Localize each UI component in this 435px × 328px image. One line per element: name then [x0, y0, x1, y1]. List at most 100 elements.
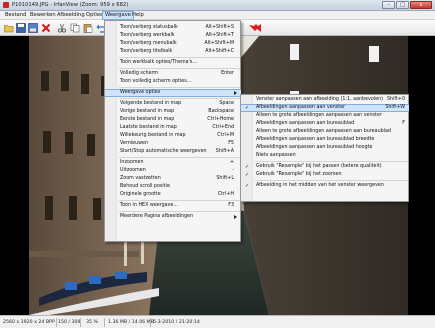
- weergave-opties-item[interactable]: Alleen te grote afbeeldingen aanpassen a…: [241, 128, 409, 136]
- status-separator: [150, 318, 151, 327]
- menu-item-label: Volgende bestand in map: [120, 101, 182, 106]
- weergave-opties-item[interactable]: Alleen te grote afbeeldingen aanpassen a…: [241, 112, 409, 120]
- weergave-opties-item[interactable]: Afbeeldingen aanpassen aan bureaublad br…: [241, 136, 409, 144]
- save-icon[interactable]: [16, 23, 26, 33]
- weergave-menu-item[interactable]: Inzoomen +: [105, 159, 241, 167]
- menu-separator: [119, 157, 240, 158]
- menu-item-label: Laatste bestand in map: [120, 125, 177, 130]
- weergave-menu-item[interactable]: Start/Stop automatische weergeven Shift+A: [105, 148, 241, 156]
- menu-item-label: Weergave opties: [120, 90, 161, 95]
- submenu-item-label: Venster aanpassen aan afbeelding (1:1, a…: [256, 97, 384, 102]
- menu-item-label: Toon/verberg statusbalk: [120, 25, 178, 30]
- weergave-menu-item[interactable]: Volledig scherm Enter: [105, 70, 241, 78]
- weergave-opties-item[interactable]: ✓ Gebruik "Resample" bij het zoomen: [241, 171, 409, 179]
- menu-separator: [119, 200, 240, 201]
- status-zoom: 35 %: [86, 320, 98, 325]
- weergave-menu-item[interactable]: Zoom vastzetten Shift+L: [105, 175, 241, 183]
- submenu-item-label: Afbeeldingen aanpassen aan bureaublad: [256, 121, 355, 126]
- menu-item-label: Toon/verberg werkbalk: [120, 33, 175, 38]
- menu-item-label: Uitzoomen: [120, 168, 146, 173]
- menu-help[interactable]: Help: [130, 11, 146, 20]
- irfanview-app-icon: [3, 2, 9, 8]
- menu-item-shortcut: Shift+L: [216, 176, 234, 181]
- copy-icon[interactable]: [70, 23, 80, 33]
- maximize-button[interactable]: □: [396, 1, 409, 9]
- menu-item-shortcut: Alt+Shift+S: [205, 25, 234, 30]
- weergave-menu-item[interactable]: Meerdere Pagina afbeeldingen: [105, 213, 241, 221]
- menu-item-label: Toon werkbalk opties/Thema's...: [120, 60, 197, 65]
- weergave-opties-submenu: Venster aanpassen aan afbeelding (1:1, a…: [240, 94, 409, 202]
- cut-icon[interactable]: [57, 23, 67, 33]
- weergave-menu-item[interactable]: Vernieuwen F5: [105, 140, 241, 148]
- weergave-menu-item[interactable]: Willekeurig bestand in map Ctrl+M: [105, 132, 241, 140]
- weergave-opties-item[interactable]: ✓ Afbeelding in het midden van het venste…: [241, 182, 409, 190]
- submenu-item-label: Gebruik "Resample" bij het passen (beter…: [256, 164, 382, 169]
- menu-separator: [119, 98, 240, 99]
- red-arrow-icon[interactable]: [248, 23, 262, 33]
- submenu-arrow-icon: [234, 91, 237, 95]
- menu-bestand[interactable]: Bestand: [3, 11, 28, 20]
- weergave-menu: Toon/verberg statusbalk Alt+Shift+S Toon/v…: [104, 20, 241, 242]
- menu-item-label: Start/Stop automatische weergeven: [120, 149, 207, 154]
- weergave-opties-item[interactable]: Afbeeldingen aanpassen aan bureaublad ho…: [241, 144, 409, 152]
- weergave-opties-item[interactable]: Afbeeldingen aanpassen aan bureaublad F: [241, 120, 409, 128]
- save-as-icon[interactable]: [28, 23, 38, 33]
- menu-item-label: Vernieuwen: [120, 141, 149, 146]
- weergave-menu-item[interactable]: Toon in HEX weergave... F3: [105, 202, 241, 210]
- weergave-menu-item[interactable]: Toon/verberg titelbalk Alt+Shift+C: [105, 48, 241, 56]
- menu-item-label: Originele grootte: [120, 192, 161, 197]
- weergave-opties-item[interactable]: Niets aanpassen: [241, 152, 409, 160]
- menu-item-shortcut: Ctrl+H: [217, 192, 234, 197]
- minimize-button[interactable]: –: [382, 1, 395, 9]
- weergave-menu-item[interactable]: Originele grootte Ctrl+H: [105, 191, 241, 199]
- menu-item-shortcut: F3: [228, 203, 234, 208]
- menu-item-shortcut: Alt+Shift+C: [205, 49, 234, 54]
- weergave-menu-item[interactable]: Weergave opties: [105, 89, 241, 97]
- weergave-opties-item[interactable]: ✓ Afbeeldingen aanpassen aan venster Shift…: [241, 104, 409, 112]
- submenu-separator: [255, 180, 408, 181]
- weergave-menu-item[interactable]: Toon volledig scherm opties...: [105, 78, 241, 86]
- menu-item-label: Zoom vastzetten: [120, 176, 161, 181]
- submenu-item-label: Alleen te grote afbeeldingen aanpassen a…: [256, 129, 391, 134]
- submenu-separator: [255, 161, 408, 162]
- close-button[interactable]: x: [410, 1, 432, 9]
- weergave-menu-item[interactable]: Volgende bestand in map Space: [105, 100, 241, 108]
- menu-item-label: Toon in HEX weergave...: [120, 203, 178, 208]
- menu-item-shortcut: -: [232, 168, 234, 173]
- menu-bewerken[interactable]: Bewerken: [28, 11, 58, 20]
- open-folder-icon[interactable]: [4, 23, 14, 33]
- menu-item-shortcut: F5: [228, 141, 234, 146]
- menu-item-shortcut: Alt+Shift+T: [205, 33, 234, 38]
- weergave-menu-item[interactable]: Vorige bestand in map Backspace: [105, 108, 241, 116]
- weergave-menu-item[interactable]: Toon werkbalk opties/Thema's...: [105, 59, 241, 67]
- weergave-menu-item[interactable]: Toon/verberg werkbalk Alt+Shift+T: [105, 32, 241, 40]
- check-icon: ✓: [245, 164, 250, 170]
- weergave-menu-item[interactable]: Toon/verberg menubalk Alt+Shift+M: [105, 40, 241, 48]
- menu-item-label: Toon/verberg titelbalk: [120, 49, 173, 54]
- menu-separator: [119, 68, 240, 69]
- submenu-item-shortcut: F: [402, 121, 405, 126]
- menu-afbeelding[interactable]: Afbeelding: [55, 11, 87, 20]
- check-icon: ✓: [245, 172, 250, 178]
- submenu-item-label: Afbeeldingen aanpassen aan bureaublad br…: [256, 137, 375, 142]
- status-file-size: 1.36 MB / 14.06 MB: [108, 320, 154, 325]
- submenu-item-label: Afbeeldingen aanpassen aan bureaublad ho…: [256, 145, 373, 150]
- weergave-opties-item[interactable]: Venster aanpassen aan afbeelding (1:1, a…: [241, 96, 409, 104]
- submenu-item-label: Afbeelding in het midden van het venster…: [256, 183, 384, 188]
- weergave-menu-item[interactable]: Uitzoomen -: [105, 167, 241, 175]
- weergave-menu-item[interactable]: Behoud scroll positie: [105, 183, 241, 191]
- menu-item-shortcut: Alt+Shift+M: [204, 41, 234, 46]
- submenu-item-shortcut: Shift+W: [385, 105, 405, 110]
- weergave-menu-item[interactable]: Laatste bestand in map Ctrl+End: [105, 124, 241, 132]
- menu-bar: Bestand Bewerken Afbeelding Opties Weerg…: [0, 11, 435, 20]
- menu-item-shortcut: Ctrl+M: [217, 133, 234, 138]
- check-icon: ✓: [245, 105, 250, 111]
- window-title: P1010149.JPG - IrfanView (Zoom: 959 x 68…: [12, 2, 129, 8]
- weergave-opties-item[interactable]: ✓ Gebruik "Resample" bij het passen (bete…: [241, 163, 409, 171]
- delete-icon[interactable]: [41, 23, 51, 33]
- menu-item-label: Meerdere Pagina afbeeldingen: [120, 214, 194, 219]
- paste-icon[interactable]: [83, 23, 93, 33]
- weergave-menu-item[interactable]: Toon/verberg statusbalk Alt+Shift+S: [105, 24, 241, 32]
- weergave-menu-item[interactable]: Eerste bestand in map Ctrl+Home: [105, 116, 241, 124]
- check-icon: ✓: [245, 183, 250, 189]
